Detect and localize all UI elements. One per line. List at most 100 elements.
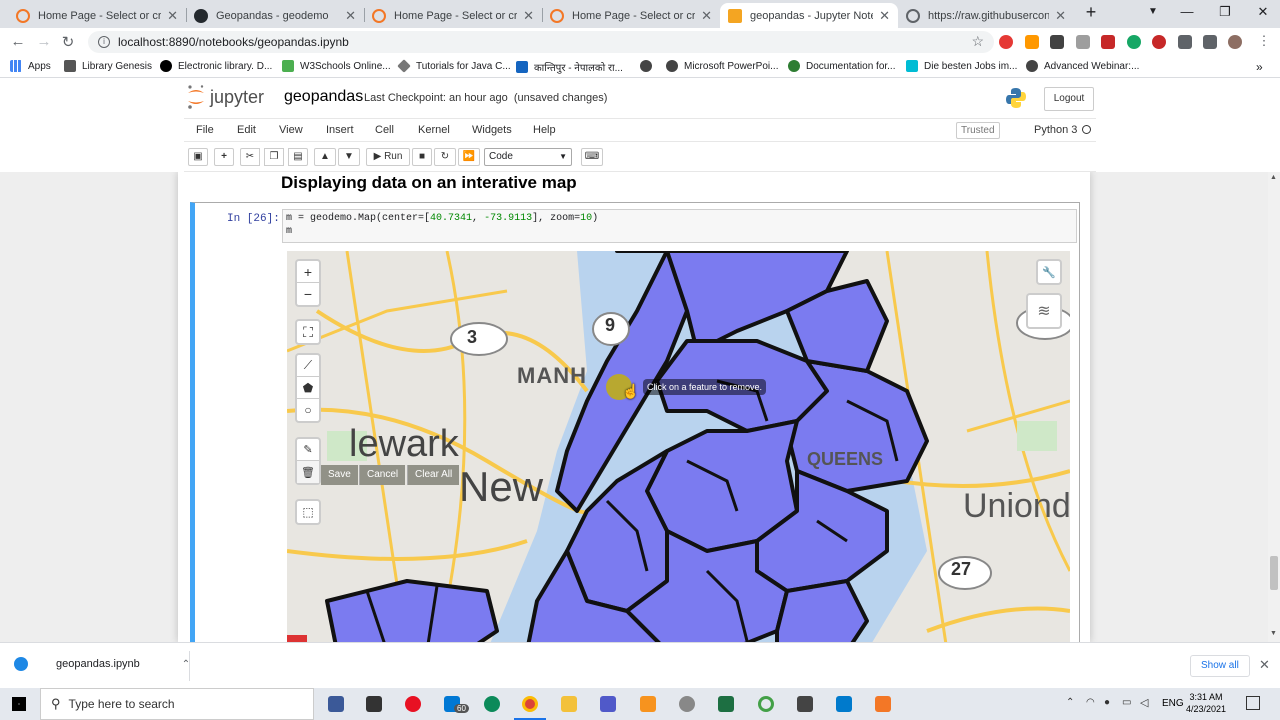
bookmark-item[interactable]: Library Genesis (64, 60, 152, 72)
forward-arrow-icon[interactable]: → (34, 33, 54, 50)
bookmark-item[interactable]: Electronic library. D... (160, 60, 272, 72)
grammarly-extension-icon[interactable] (1127, 35, 1141, 49)
wrench-icon[interactable]: 🔧 (1038, 261, 1060, 283)
menu-edit[interactable]: Edit (237, 124, 256, 136)
menu-cell[interactable]: Cell (375, 124, 394, 136)
menu-kernel[interactable]: Kernel (418, 124, 450, 136)
close-tab-icon[interactable]: ✕ (1055, 8, 1066, 24)
restore-button[interactable]: ❐ (1210, 4, 1240, 20)
draw-save-button[interactable]: Save (321, 465, 358, 485)
browser-tab[interactable]: Geopandas - geodemo ✕ (186, 3, 364, 28)
extension-icon[interactable] (1101, 35, 1115, 49)
store-icon[interactable] (366, 696, 382, 712)
page-scrollbar[interactable]: ▲ ▼ (1268, 172, 1280, 642)
browser-tab-active[interactable]: geopandas - Jupyter Notebo ✕ (720, 3, 898, 28)
reading-list-icon[interactable] (1203, 35, 1217, 49)
browser-tab[interactable]: Home Page - Select or create ✕ (364, 3, 542, 28)
bookmark-item[interactable]: Documentation for... (788, 60, 896, 72)
scroll-up-icon[interactable]: ▲ (1270, 174, 1277, 181)
edge-icon[interactable] (484, 696, 500, 712)
layers-icon[interactable]: ≋ (1028, 295, 1060, 327)
cell-type-select[interactable]: Code ▼ (484, 148, 572, 166)
chrome-icon[interactable] (522, 696, 538, 712)
restart-icon[interactable]: ↻ (434, 148, 456, 166)
app-icon[interactable] (328, 696, 344, 712)
draw-clear-all-button[interactable]: Clear All (407, 465, 460, 485)
zoom-out-button[interactable]: − (297, 283, 319, 305)
kernel-indicator[interactable]: Python 3 (1034, 124, 1092, 136)
bookmark-item[interactable] (640, 60, 658, 72)
back-arrow-icon[interactable]: ← (8, 33, 28, 50)
file-explorer-icon[interactable] (561, 696, 577, 712)
move-down-icon[interactable]: ▼ (338, 148, 360, 166)
menu-file[interactable]: File (196, 124, 214, 136)
opera-icon[interactable] (405, 696, 421, 712)
measure-icon[interactable]: ⬚ (297, 501, 319, 523)
close-shelf-icon[interactable]: ✕ (1259, 657, 1270, 673)
microphone-icon[interactable]: ● (1104, 697, 1110, 708)
save-icon[interactable]: ▣ (188, 148, 208, 166)
taskbar-search[interactable]: ⚲ Type here to search (40, 688, 314, 720)
teams-icon[interactable] (600, 696, 616, 712)
fullscreen-icon[interactable]: ⛶ (297, 321, 319, 343)
restart-run-all-icon[interactable]: ⏩ (458, 148, 480, 166)
tray-chevron-icon[interactable]: ⌃ (1066, 697, 1074, 708)
app-icon[interactable] (797, 696, 813, 712)
extension-icon[interactable] (1025, 35, 1039, 49)
app-icon[interactable] (640, 696, 656, 712)
volume-icon[interactable]: ◁ (1140, 696, 1148, 709)
code-cell-selected[interactable]: In [26]: m = geodemo.Map(center=[40.7341… (190, 202, 1080, 642)
extension-icon[interactable] (1076, 35, 1090, 49)
language-indicator[interactable]: ENG (1162, 698, 1184, 709)
notifications-icon[interactable] (1246, 696, 1260, 710)
command-palette-icon[interactable]: ⌨ (581, 148, 603, 166)
tab-search-icon[interactable]: ▼ (1138, 6, 1168, 17)
notebook-name[interactable]: geopandas (284, 88, 363, 106)
delete-layers-icon[interactable]: 🗑 (297, 461, 319, 483)
puzzle-extensions-icon[interactable] (1178, 35, 1192, 49)
bookmarks-overflow-icon[interactable]: » (1256, 60, 1263, 74)
scroll-down-icon[interactable]: ▼ (1270, 630, 1277, 637)
close-tab-icon[interactable]: ✕ (701, 8, 712, 24)
wifi-icon[interactable]: ◠ (1086, 697, 1095, 708)
close-tab-icon[interactable]: ✕ (523, 8, 534, 24)
app-icon[interactable] (679, 696, 695, 712)
download-item[interactable]: geopandas.ipynb ⌃ (14, 657, 190, 671)
profile-avatar[interactable] (1228, 35, 1242, 49)
window-close-button[interactable]: ✕ (1248, 4, 1278, 20)
bookmark-item[interactable]: कान्तिपुर - नेपालको रा... (516, 60, 623, 74)
windows-start-icon[interactable] (12, 697, 26, 711)
show-all-button[interactable]: Show all (1190, 655, 1250, 677)
insert-cell-icon[interactable]: + (214, 148, 234, 166)
bookmark-star-icon[interactable]: ☆ (971, 33, 984, 50)
jupyter-app-icon[interactable] (875, 696, 891, 712)
adblock-extension-icon[interactable] (999, 35, 1013, 49)
browser-tab[interactable]: https://raw.githubusercontent ✕ (898, 3, 1074, 28)
bookmark-apps[interactable]: Apps (10, 60, 51, 72)
paste-icon[interactable]: ▤ (288, 148, 308, 166)
edit-layers-icon[interactable]: ✎ (297, 439, 319, 461)
scrollbar-thumb[interactable] (1270, 556, 1278, 590)
extension-icon[interactable] (1152, 35, 1166, 49)
menu-widgets[interactable]: Widgets (472, 124, 512, 136)
leaflet-map[interactable]: 3 9 27 25 MANH lewark New Uniond QUEENS … (287, 251, 1070, 642)
network-icon[interactable]: ▭ (1122, 697, 1131, 708)
close-tab-icon[interactable]: ✕ (345, 8, 356, 24)
browser-tab[interactable]: Home Page - Select or create ✕ (542, 3, 720, 28)
bookmark-item[interactable]: Advanced Webinar:... (1026, 60, 1139, 72)
reload-icon[interactable]: ↻ (58, 33, 78, 51)
minimize-button[interactable]: — (1172, 4, 1202, 19)
zoom-in-button[interactable]: + (297, 261, 319, 283)
browser-menu-icon[interactable]: ⋮ (1254, 33, 1274, 49)
browser-tab[interactable]: Home Page - Select or create ✕ (8, 3, 186, 28)
bookmark-item[interactable]: Microsoft PowerPoi... (666, 60, 778, 72)
polygon-icon[interactable]: ⬟ (297, 377, 319, 399)
trusted-indicator[interactable]: Trusted (956, 122, 1000, 139)
polyline-icon[interactable]: ⟋ (297, 355, 319, 377)
circle-icon[interactable]: ○ (297, 399, 319, 421)
draw-cancel-button[interactable]: Cancel (359, 465, 406, 485)
excel-icon[interactable] (718, 696, 734, 712)
menu-view[interactable]: View (279, 124, 303, 136)
copy-icon[interactable]: ❐ (264, 148, 284, 166)
bookmark-item[interactable]: W3Schools Online... (282, 60, 391, 72)
